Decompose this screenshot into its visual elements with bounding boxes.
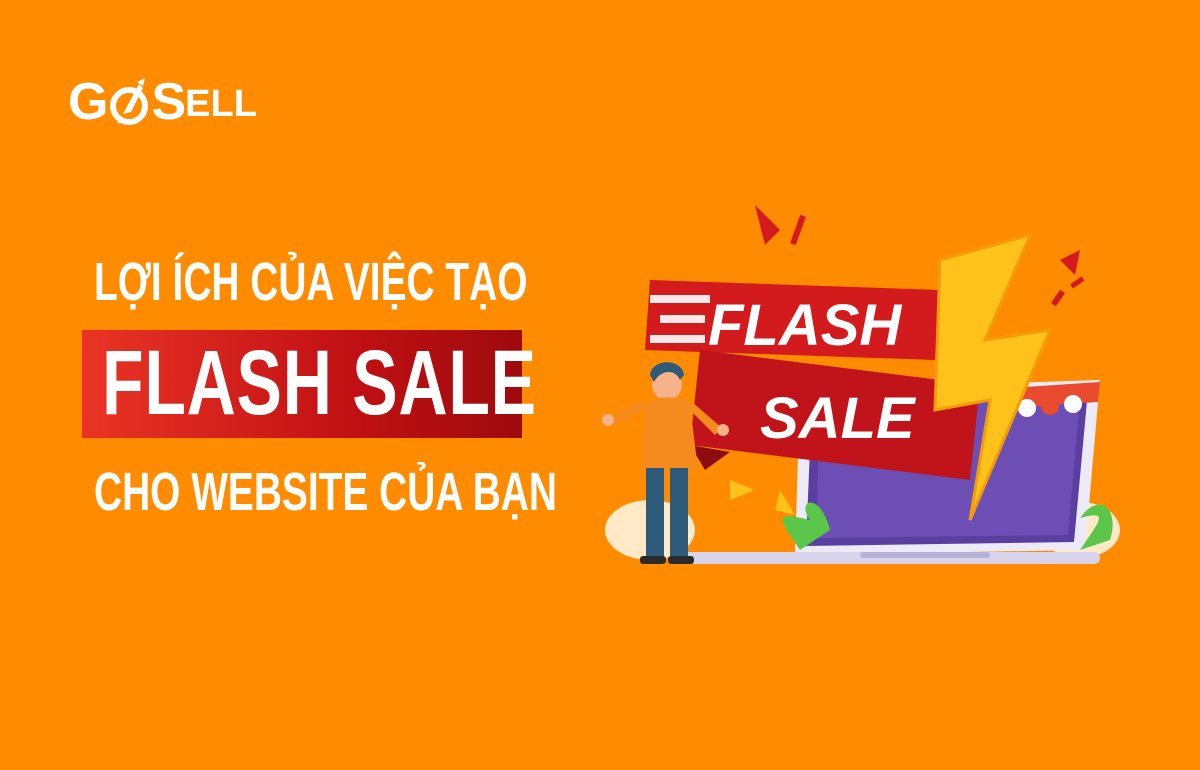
headline-line-3: CHO WEBSITE CỦA BẠN [94,462,557,522]
confetti-triangle-1 [755,205,780,245]
confetti-stripe-1 [790,214,806,246]
logo-letters-ell: ELL [185,83,257,125]
headline-line-2: FLASH SALE [102,332,537,434]
confetti-stripe-3 [1050,289,1066,307]
confetti-triangle-3 [730,480,755,500]
confetti-triangle-4 [775,490,795,515]
flash-sale-illustration: FLASH SALE [602,205,1120,564]
confetti-triangle-2 [1060,250,1080,275]
banner-sale-text: SALE [760,386,917,451]
gosell-logo: G S ELL [68,72,257,132]
banner-flash-text: FLASH [708,293,902,358]
logo-letter-s: S [151,73,186,131]
confetti-stripe-2 [1070,276,1085,289]
logo-letter-g: G [68,73,108,131]
headline-line-1: LỢI ÍCH CỦA VIỆC TẠO [94,252,528,312]
rocket-icon [110,78,149,125]
headline: LỢI ÍCH CỦA VIỆC TẠO FLASH SALE CHO WEBS… [82,246,654,522]
